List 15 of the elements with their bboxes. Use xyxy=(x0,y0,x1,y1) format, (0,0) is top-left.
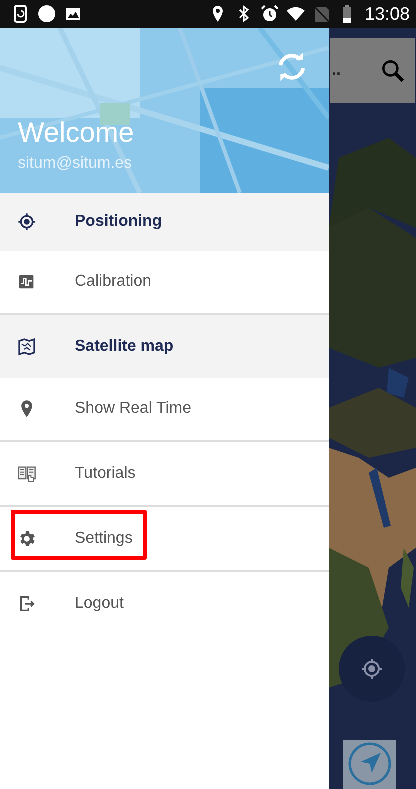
menu-item[interactable]: Settings xyxy=(0,507,329,572)
circle-icon xyxy=(38,5,56,23)
image-icon xyxy=(64,5,82,23)
wifi-icon xyxy=(286,5,305,23)
no-signal-icon xyxy=(312,5,331,23)
target-icon xyxy=(17,212,37,232)
menu-item[interactable]: Positioning xyxy=(0,193,329,251)
menu-item[interactable]: Satellite map xyxy=(0,315,329,378)
map-icon xyxy=(17,336,37,356)
clock-time: 13:08 xyxy=(364,4,410,24)
search-placeholder: .. xyxy=(332,62,341,80)
search-bar[interactable]: .. xyxy=(330,38,415,103)
phone-icon xyxy=(12,5,30,23)
target-icon xyxy=(360,657,384,681)
alarm-icon xyxy=(260,5,279,23)
